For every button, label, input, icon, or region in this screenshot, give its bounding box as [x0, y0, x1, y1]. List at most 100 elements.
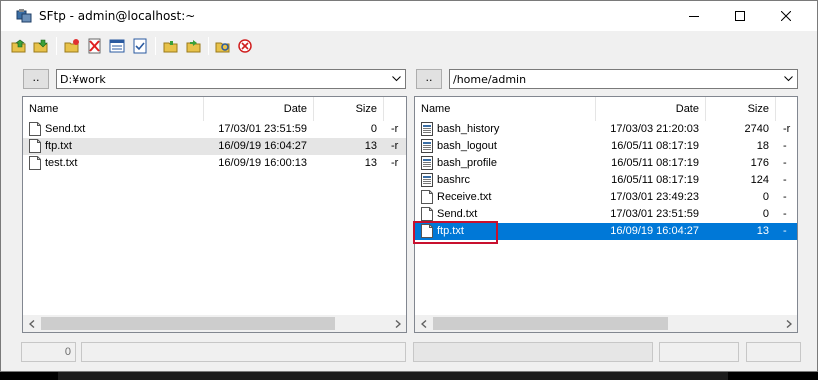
rename-icon[interactable] [109, 38, 125, 54]
binary-file-icon [421, 139, 433, 153]
remote-status-message [413, 342, 653, 362]
file-row[interactable]: Receive.txt 17/03/01 23:49:23 0 - [415, 189, 797, 206]
upload-icon[interactable] [11, 38, 27, 54]
file-attributes: - [783, 140, 787, 152]
file-attributes: - [783, 191, 787, 203]
file-size: 124 [750, 174, 769, 186]
file-name: ftp.txt [45, 140, 72, 152]
text-file-icon [29, 156, 41, 170]
column-header-extra[interactable] [776, 97, 799, 121]
file-attributes: -r [391, 123, 399, 135]
local-file-list[interactable]: Name Date Size Send.txt 17/03/01 23:51:59… [22, 96, 407, 333]
text-file-icon [29, 139, 41, 153]
text-file-icon [421, 207, 433, 221]
file-row[interactable]: bash_history 17/03/03 21:20:03 2740 -r [415, 121, 797, 138]
column-header-date[interactable]: Date [596, 97, 706, 121]
scroll-thumb[interactable] [41, 317, 335, 330]
scroll-left-icon[interactable] [23, 315, 40, 332]
file-row[interactable]: bashrc 16/05/11 08:17:19 124 - [415, 172, 797, 189]
remote-list-header: Name Date Size [415, 97, 797, 121]
column-header-name[interactable]: Name [415, 97, 596, 121]
remote-path-combo[interactable]: /home/admin [449, 69, 798, 89]
file-row[interactable]: bash_logout 16/05/11 08:17:19 18 - [415, 138, 797, 155]
move-right-icon[interactable] [186, 38, 202, 54]
window-title: SFtp - admin@localhost:~ [39, 9, 196, 23]
toolbar-separator [56, 37, 57, 55]
file-date: 16/09/19 16:00:13 [218, 157, 307, 169]
file-attributes: - [783, 157, 787, 169]
scroll-right-icon[interactable] [389, 315, 406, 332]
minimize-button[interactable] [671, 1, 717, 31]
local-horizontal-scrollbar[interactable] [23, 315, 406, 332]
file-date: 17/03/01 23:51:59 [610, 208, 699, 220]
file-size: 2740 [744, 123, 769, 135]
toolbar-separator [155, 37, 156, 55]
taskbar-strip [58, 372, 728, 380]
column-header-size[interactable]: Size [706, 97, 776, 121]
close-icon [781, 11, 791, 21]
column-header-name[interactable]: Name [23, 97, 204, 121]
chevron-down-icon[interactable] [784, 76, 793, 82]
download-icon[interactable] [33, 38, 49, 54]
remote-file-list[interactable]: Name Date Size bash_history 17/03/03 21:2… [414, 96, 798, 333]
refresh-icon[interactable] [215, 38, 231, 54]
remote-status-count [659, 342, 739, 362]
file-name: test.txt [45, 157, 78, 169]
close-button[interactable] [763, 1, 809, 31]
file-size: 0 [762, 191, 769, 203]
file-date: 16/09/19 16:04:27 [610, 225, 699, 237]
move-left-icon[interactable] [163, 38, 179, 54]
remote-horizontal-scrollbar[interactable] [415, 315, 797, 332]
file-name: bash_history [437, 123, 500, 135]
file-row[interactable]: ftp.txt 16/09/19 16:04:27 13 - [415, 223, 797, 240]
local-list-header: Name Date Size [23, 97, 406, 121]
title-bar[interactable]: SFtp - admin@localhost:~ [1, 1, 817, 31]
maximize-button[interactable] [717, 1, 763, 31]
app-icon [16, 9, 32, 23]
file-row[interactable]: test.txt 16/09/19 16:00:13 13 -r [23, 155, 406, 172]
sftp-window: SFtp - admin@localhost:~ .. D:¥work .. /… [0, 0, 818, 372]
scroll-thumb[interactable] [433, 317, 668, 330]
local-rows: Send.txt 17/03/01 23:51:59 0 -r ftp.txt 16/09… [23, 121, 406, 172]
file-attributes: -r [391, 140, 399, 152]
column-header-extra[interactable] [384, 97, 408, 121]
file-size: 0 [762, 208, 769, 220]
binary-file-icon [421, 173, 433, 187]
scroll-right-icon[interactable] [780, 315, 797, 332]
binary-file-icon [421, 122, 433, 136]
column-header-date[interactable]: Date [204, 97, 314, 121]
file-row[interactable]: Send.txt 17/03/01 23:51:59 0 - [415, 206, 797, 223]
column-header-size[interactable]: Size [314, 97, 384, 121]
file-date: 16/09/19 16:04:27 [218, 140, 307, 152]
file-date: 16/05/11 08:17:19 [611, 174, 699, 186]
file-row[interactable]: bash_profile 16/05/11 08:17:19 176 - [415, 155, 797, 172]
file-size: 18 [756, 140, 769, 152]
file-date: 16/05/11 08:17:19 [611, 157, 699, 169]
remote-status-extra [746, 342, 801, 362]
new-folder-icon[interactable] [64, 38, 80, 54]
local-status-value: 0 [64, 346, 71, 358]
text-file-icon [421, 224, 433, 238]
file-size: 13 [364, 140, 377, 152]
maximize-icon [735, 11, 745, 21]
file-size: 176 [750, 157, 769, 169]
stop-icon[interactable] [237, 38, 253, 54]
file-date: 16/05/11 08:17:19 [611, 140, 699, 152]
toolbar [1, 32, 817, 60]
remote-path-row: .. /home/admin [1, 69, 818, 89]
file-attributes: -r [391, 157, 399, 169]
file-size: 13 [756, 225, 769, 237]
scroll-left-icon[interactable] [415, 315, 432, 332]
delete-icon[interactable] [87, 38, 103, 54]
remote-up-button[interactable]: .. [416, 69, 442, 89]
file-date: 17/03/01 23:51:59 [218, 123, 307, 135]
file-date: 17/03/01 23:49:23 [610, 191, 699, 203]
local-status-message [81, 342, 406, 362]
file-attributes: - [783, 174, 787, 186]
file-attributes: - [783, 208, 787, 220]
text-file-icon [29, 122, 41, 136]
minimize-icon [689, 16, 699, 17]
file-row[interactable]: Send.txt 17/03/01 23:51:59 0 -r [23, 121, 406, 138]
properties-icon[interactable] [132, 38, 148, 54]
file-row[interactable]: ftp.txt 16/09/19 16:04:27 13 -r [23, 138, 406, 155]
